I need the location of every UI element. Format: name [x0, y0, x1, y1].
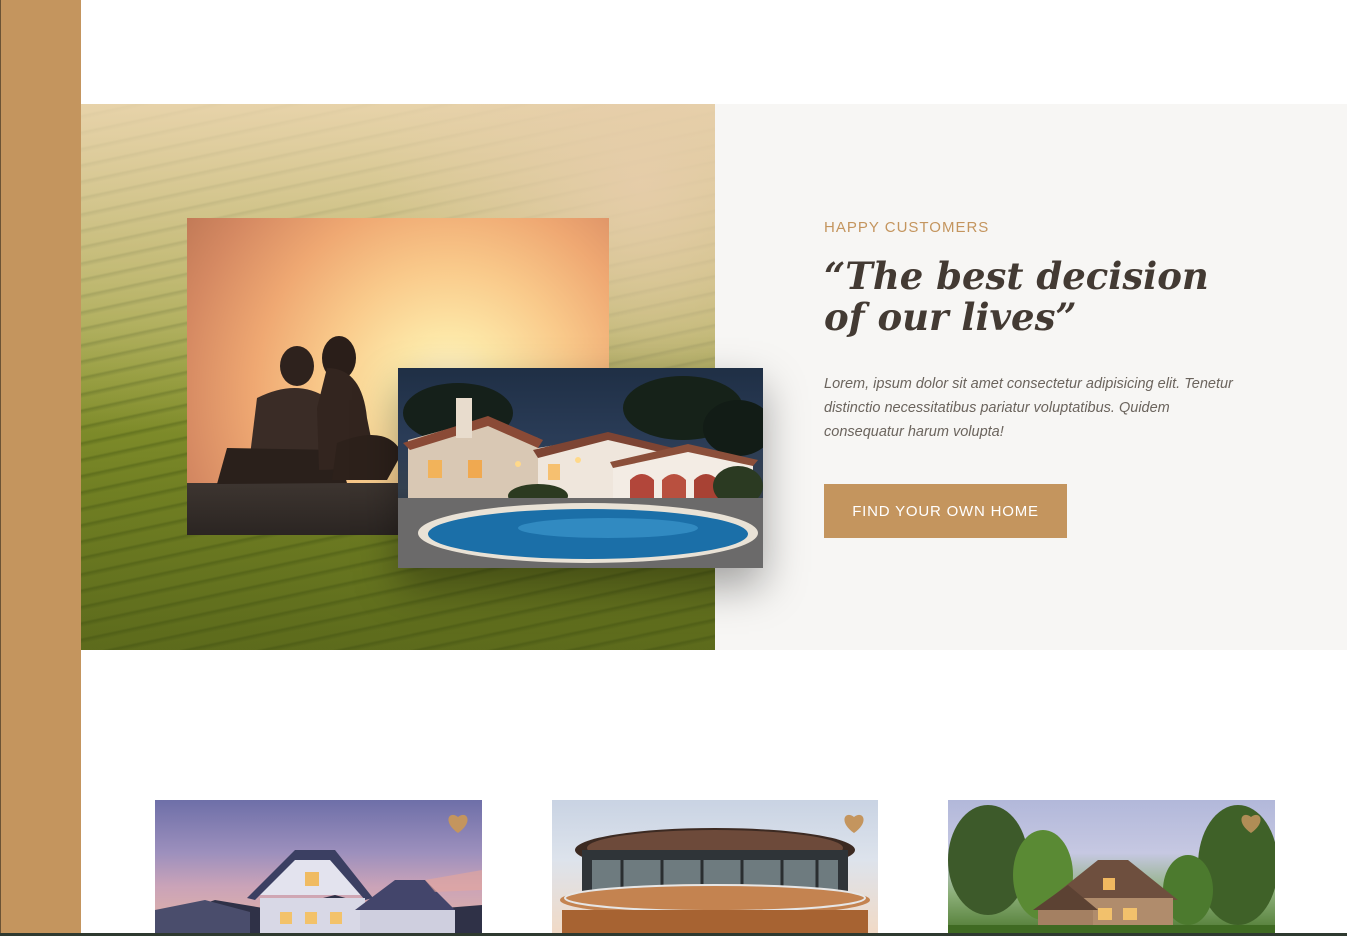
- testimonial-section: HAPPY CUSTOMERS “The best decision of ou…: [81, 104, 1347, 650]
- heart-icon[interactable]: [842, 812, 866, 834]
- sidebar-accent-bar: [0, 0, 81, 936]
- section-eyebrow: HAPPY CUSTOMERS: [824, 219, 990, 236]
- heart-icon[interactable]: [446, 812, 470, 834]
- heart-icon[interactable]: [1239, 812, 1263, 834]
- listing-card[interactable]: [552, 800, 878, 933]
- listing-photo: [155, 850, 482, 933]
- villa-pool-photo: [398, 368, 763, 568]
- listing-photo: [560, 828, 870, 933]
- listing-card[interactable]: [948, 800, 1275, 933]
- testimonial-paragraph: Lorem, ipsum dolor sit amet consectetur …: [824, 376, 1233, 440]
- find-home-button[interactable]: FIND YOUR OWN HOME: [824, 484, 1067, 538]
- villa-scene: [398, 376, 763, 568]
- listing-card[interactable]: [155, 800, 482, 933]
- testimonial-quote: “The best decision of our lives”: [824, 254, 1209, 339]
- listing-photo: [948, 805, 1275, 933]
